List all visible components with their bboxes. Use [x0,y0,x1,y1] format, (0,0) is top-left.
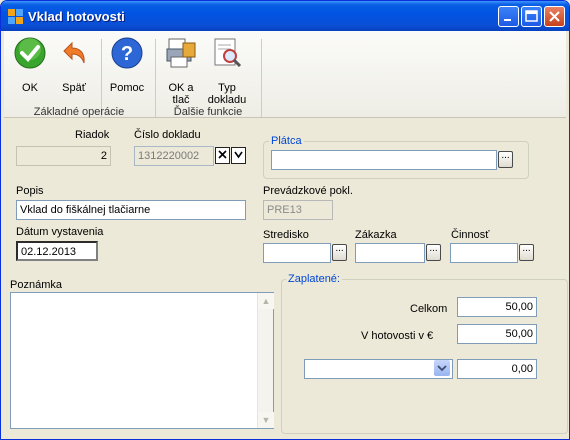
clear-x-icon [218,150,227,159]
undo-arrow-icon [63,41,85,64]
doc-type-label: Typ dokladu [207,82,247,106]
help-label: Pomoc [109,82,145,94]
cislo-dokladu-label: Číslo dokladu [134,129,201,141]
scroll-up-icon[interactable]: ▲ [258,293,274,309]
cinnost-label: Činnosť [451,229,490,241]
chevron-down-icon [437,365,447,372]
currency-dropdown-button[interactable] [434,360,450,376]
maximize-button[interactable] [521,6,542,27]
close-button[interactable] [544,6,565,27]
popis-label: Popis [16,185,44,197]
zakazka-label: Zákazka [355,229,397,241]
window: Vklad hotovosti OK Späť ? Pomoc Základné… [0,0,570,440]
ok-label: OK [22,82,38,94]
hotovost-label: V hotovosti v € [361,330,434,342]
stredisko-label: Stredisko [263,229,309,241]
prevadzkove-label: Prevádzkové pokl. [263,185,353,197]
cinnost-field[interactable] [450,243,518,263]
svg-text:?: ? [121,43,133,65]
title-bar[interactable]: Vklad hotovosti [1,1,569,31]
platca-field[interactable] [271,150,497,170]
hotovost-field[interactable]: 50,00 [457,324,537,344]
separator [261,39,262,117]
other-currency-field[interactable]: 0,00 [457,359,537,379]
doc-type-button[interactable]: Typ dokladu [205,37,249,106]
platca-label: Plátca [269,135,304,147]
celkom-label: Celkom [410,303,448,315]
ellipsis-icon: ... [335,243,344,254]
celkom-field[interactable]: 50,00 [457,297,537,317]
clear-button[interactable] [215,147,230,164]
poznamka-textarea[interactable]: ▲ ▼ [10,292,274,429]
dropdown-button[interactable] [231,147,246,164]
chevron-down-icon [234,151,243,159]
riadok-label: Riadok [75,129,110,141]
app-icon [8,9,23,24]
cinnost-browse-button[interactable]: ... [519,244,534,261]
group-label-other: Ďalšie funkcie [173,106,243,118]
minimize-button[interactable] [498,6,519,27]
ellipsis-icon: ... [429,243,438,254]
ellipsis-icon: ... [522,243,531,254]
scroll-down-icon[interactable]: ▼ [258,412,274,428]
checkmark-icon [14,37,46,69]
help-icon: ? [111,37,143,69]
minimize-icon [504,19,511,21]
document-search-icon [214,38,242,68]
printer-icon [166,38,196,68]
ok-print-label: OK a tlač [168,82,194,106]
poznamka-label: Poznámka [10,279,62,291]
popis-field[interactable]: Vklad do fiškálnej tlačiarne [16,200,246,220]
stredisko-field[interactable] [263,243,331,263]
zaplatene-label: Zaplatené: [286,273,342,285]
ok-button[interactable]: OK [10,37,50,97]
ok-print-button[interactable]: OK a tlač [160,37,202,106]
group-label-basic: Základné operácie [33,106,125,118]
platca-browse-button[interactable]: ... [498,151,513,168]
window-title: Vklad hotovosti [28,9,125,24]
close-icon [549,11,560,22]
prevadzkove-field: PRE13 [263,200,333,220]
back-button[interactable]: Späť [52,37,96,97]
ellipsis-icon: ... [501,150,510,161]
scrollbar[interactable]: ▲ ▼ [257,293,274,428]
riadok-field: 2 [16,146,111,166]
currency-select[interactable] [304,359,453,379]
datum-label: Dátum vystavenia [16,226,104,238]
help-button[interactable]: ? Pomoc [106,37,148,97]
maximize-icon [525,10,538,22]
cislo-dokladu-field[interactable]: 1312220002 [134,146,214,166]
zakazka-field[interactable] [355,243,425,263]
zakazka-browse-button[interactable]: ... [426,244,441,261]
datum-field[interactable]: 02.12.2013 [16,241,98,261]
back-label: Späť [62,82,86,94]
ribbon-toolbar: OK Späť ? Pomoc Základné operácie OK a t… [4,31,566,118]
stredisko-browse-button[interactable]: ... [332,244,347,261]
